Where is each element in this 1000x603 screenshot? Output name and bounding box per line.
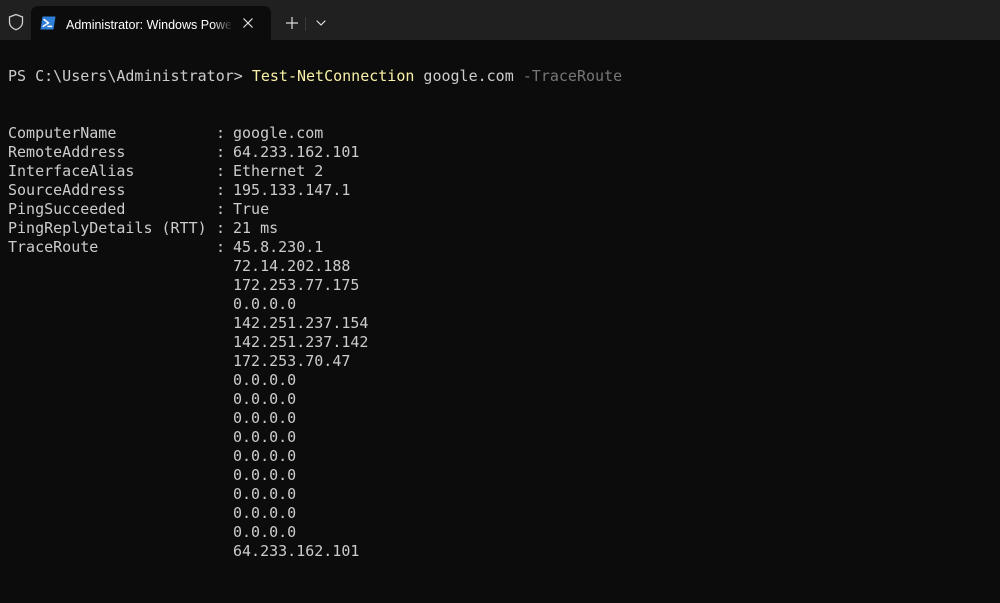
trace-hop: 0.0.0.0 (233, 504, 297, 522)
property-name: SourceAddress (8, 181, 126, 199)
property-separator: : (216, 181, 226, 199)
trace-hop: 0.0.0.0 (233, 523, 297, 541)
tab-title: Administrator: Windows PowerShell (66, 18, 231, 32)
command-argument: google.com (414, 67, 523, 85)
command-name: Test-NetConnection (251, 67, 415, 85)
plus-icon[interactable] (281, 12, 303, 34)
property-value: 64.233.162.101 (233, 143, 360, 161)
property-name: PingReplyDetails (RTT) (8, 219, 207, 237)
terminal-output[interactable]: PS C:\Users\Administrator> Test-NetConne… (0, 40, 1000, 603)
trace-hop: 0.0.0.0 (233, 428, 297, 446)
trace-hop: 172.253.77.175 (233, 276, 360, 294)
property-name: TraceRoute (8, 238, 99, 256)
toolbar-divider (305, 17, 306, 31)
property-separator: : (216, 124, 226, 142)
trace-hop: 0.0.0.0 (233, 390, 297, 408)
prompt-line: PS C:\Users\Administrator> Test-NetConne… (8, 67, 622, 86)
property-value: Ethernet 2 (233, 162, 324, 180)
trace-hop: 0.0.0.0 (233, 447, 297, 465)
property-value: True (233, 200, 270, 218)
tab-powershell[interactable]: Administrator: Windows PowerShell (31, 6, 271, 40)
tab-title-fade (213, 14, 233, 34)
property-value: 21 ms (233, 219, 279, 237)
property-name: ComputerName (8, 124, 117, 142)
property-separator: : (216, 162, 226, 180)
property-value: 45.8.230.1 (233, 238, 324, 256)
property-name: PingSucceeded (8, 200, 126, 218)
close-icon[interactable] (242, 17, 254, 29)
powershell-icon (40, 16, 56, 30)
trace-hop: 0.0.0.0 (233, 371, 297, 389)
property-name: InterfaceAlias (8, 162, 135, 180)
property-value: 195.133.147.1 (233, 181, 351, 199)
trace-hop: 172.253.70.47 (233, 352, 351, 370)
trace-hop: 142.251.237.142 (233, 333, 369, 351)
title-bar: Administrator: Windows PowerShell (0, 0, 1000, 40)
chevron-down-icon[interactable] (310, 12, 332, 34)
trace-hop: 0.0.0.0 (233, 409, 297, 427)
command-parameter: -TraceRoute (522, 67, 623, 85)
property-separator: : (216, 143, 226, 161)
trace-hop: 0.0.0.0 (233, 485, 297, 503)
trace-hop: 0.0.0.0 (233, 466, 297, 484)
trace-hop: 64.233.162.101 (233, 542, 360, 560)
property-separator: : (216, 200, 226, 218)
trace-hop: 0.0.0.0 (233, 295, 297, 313)
property-name: RemoteAddress (8, 143, 126, 161)
property-separator: : (216, 238, 226, 256)
property-separator: : (216, 219, 226, 237)
property-value: google.com (233, 124, 324, 142)
shield-icon (8, 13, 24, 31)
prompt-path: PS C:\Users\Administrator> (8, 67, 252, 85)
trace-hop: 72.14.202.188 (233, 257, 351, 275)
trace-hop: 142.251.237.154 (233, 314, 369, 332)
